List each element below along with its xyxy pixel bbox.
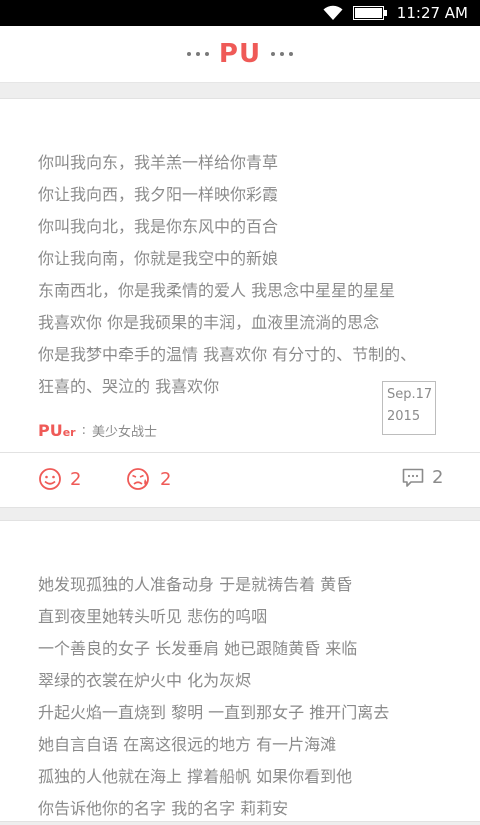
cry-count: 2 xyxy=(160,468,172,490)
comment-count: 2 xyxy=(432,467,444,488)
status-bar: 11:27 AM xyxy=(0,0,480,26)
poem-line: 孤独的人他就在海上 撑着船帆 如果你看到他 xyxy=(38,767,353,786)
status-time: 11:27 AM xyxy=(396,4,468,22)
post-card[interactable]: 你叫我向东，我羊羔一样给你青草 你让我向西，我夕阳一样映你彩霞 你叫我向北，我是… xyxy=(0,98,480,454)
smile-icon xyxy=(38,467,62,491)
poem-line: 我喜欢你 你是我硕果的丰润，血液里流淌的思念 xyxy=(38,313,380,332)
date-month-day: Sep.17 xyxy=(387,387,433,402)
poem-line: 你让我向西，我夕阳一样映你彩霞 xyxy=(38,185,279,204)
poem-line: 直到夜里她转头听见 悲伤的呜咽 xyxy=(38,607,268,626)
poem-line: 你让我向南，你就是我空中的新娘 xyxy=(38,249,279,268)
smile-button[interactable]: 2 xyxy=(38,467,81,491)
poem-line: 你叫我向北，我是你东风中的百合 xyxy=(38,217,279,236)
logo-dots-left xyxy=(186,52,209,56)
post-actions: 2 2 2 xyxy=(0,452,480,508)
post-text: 她发现孤独的人准备动身 于是就祷告着 黄昏 直到夜里她转头听见 悲伤的呜咽 一个… xyxy=(38,569,450,825)
author-name[interactable]: 美少女战士 xyxy=(92,421,157,440)
post-author[interactable]: PUer : 美少女战士 xyxy=(38,421,157,440)
post-card[interactable]: 她发现孤独的人准备动身 于是就祷告着 黄昏 直到夜里她转头听见 悲伤的呜咽 一个… xyxy=(0,520,480,822)
logo-dots-right xyxy=(271,52,294,56)
battery-icon xyxy=(352,6,387,20)
poem-line: 升起火焰一直烧到 黎明 一直到那女子 推开门离去 xyxy=(38,703,390,722)
app-logo: PU xyxy=(186,39,294,69)
poem-line: 你是我梦中牵手的温情 我喜欢你 有分寸的、节制的、 xyxy=(38,345,417,364)
poem-line: 她发现孤独的人准备动身 于是就祷告着 黄昏 xyxy=(38,575,353,594)
logo-text: PU xyxy=(218,39,262,69)
post-date: Sep.17 2015 xyxy=(382,381,436,435)
comment-icon xyxy=(402,468,424,488)
poem-line: 你叫我向东，我羊羔一样给你青草 xyxy=(38,153,279,172)
app-header: PU xyxy=(0,26,480,83)
cry-face-icon xyxy=(126,467,152,491)
poem-line: 她自言自语 在离这很远的地方 有一片海滩 xyxy=(38,735,337,754)
poem-line: 翠绿的衣裳在炉火中 化为灰烬 xyxy=(38,671,252,690)
author-colon: : xyxy=(81,423,86,438)
author-badge: PUer xyxy=(38,421,76,440)
date-year: 2015 xyxy=(387,409,421,424)
wifi-icon xyxy=(323,5,343,21)
poem-line: 一个善良的女子 长发垂肩 她已跟随黄昏 来临 xyxy=(38,639,358,658)
post-text: 你叫我向东，我羊羔一样给你青草 你让我向西，我夕阳一样映你彩霞 你叫我向北，我是… xyxy=(38,147,450,403)
cry-button[interactable]: 2 xyxy=(126,467,171,491)
poem-line: 你告诉他你的名字 我的名字 莉莉安 xyxy=(38,799,289,818)
poem-line: 东南西北，你是我柔情的爱人 我思念中星星的星星 xyxy=(38,281,396,300)
smile-count: 2 xyxy=(70,468,82,490)
comment-button[interactable]: 2 xyxy=(402,467,443,488)
